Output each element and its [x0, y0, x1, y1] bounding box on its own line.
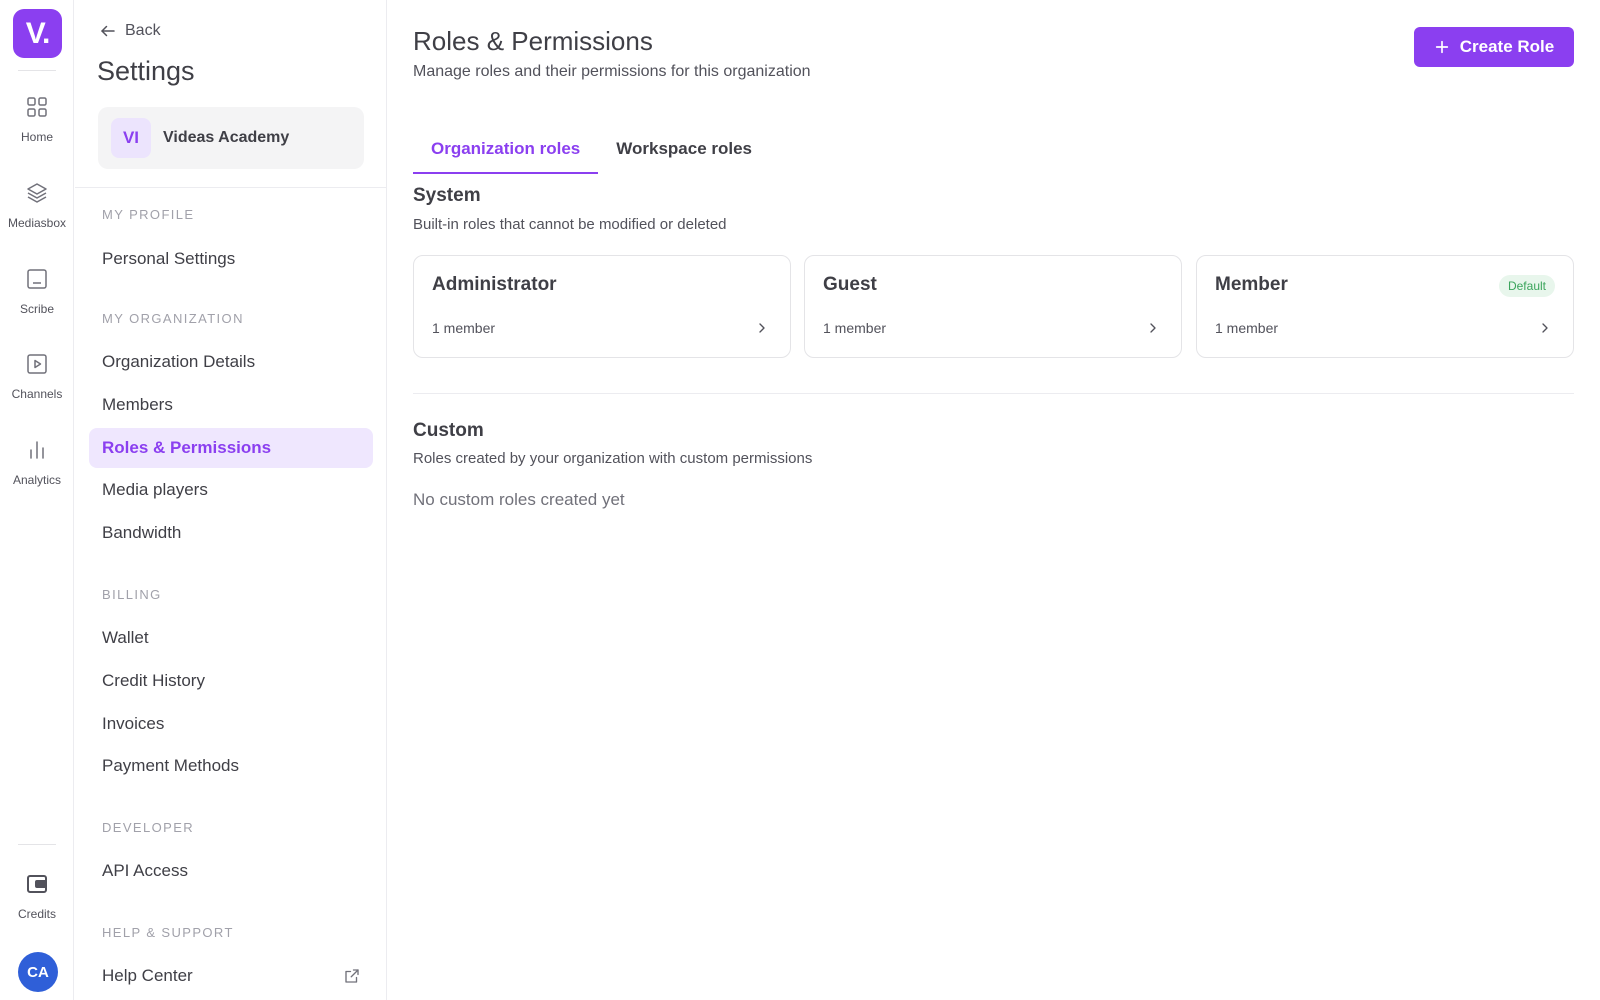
section-my-organization: MY ORGANIZATION — [102, 311, 244, 326]
sidebar-item-members[interactable]: Members — [89, 385, 373, 425]
section-divider — [413, 393, 1574, 394]
organization-switcher[interactable]: VI Videas Academy — [98, 107, 364, 169]
role-member-count: 1 member — [823, 320, 887, 336]
sidebar-item-payment-methods[interactable]: Payment Methods — [89, 746, 373, 786]
role-member-count: 1 member — [432, 320, 496, 336]
system-section-description: Built-in roles that cannot be modified o… — [413, 216, 727, 233]
role-name: Guest — [823, 274, 877, 295]
sidebar-item-credit-history[interactable]: Credit History — [89, 661, 373, 701]
custom-section-description: Roles created by your organization with … — [413, 450, 813, 467]
chevron-right-icon — [1150, 323, 1156, 333]
section-developer: DEVELOPER — [102, 820, 195, 835]
custom-section-title: Custom — [413, 420, 484, 441]
custom-roles-empty-state: No custom roles created yet — [413, 490, 625, 509]
rail-item-label: Home — [20, 130, 53, 144]
sidebar-item-personal-settings[interactable]: Personal Settings — [89, 239, 373, 279]
external-link-icon — [345, 969, 359, 983]
sidebar-item-help-center[interactable]: Help Center — [89, 956, 373, 996]
rail-item-label: Credits — [17, 907, 56, 921]
role-name: Administrator — [432, 274, 557, 295]
rail-item-label: Mediasbox — [7, 216, 67, 230]
section-my-profile: MY PROFILE — [102, 207, 195, 222]
settings-title: Settings — [97, 56, 195, 86]
role-name: Member — [1215, 274, 1288, 295]
icon-rail: V. Home Mediasbox Scribe Channels Analyt… — [0, 0, 74, 1000]
wallet-icon — [27, 875, 47, 893]
create-role-button[interactable]: Create Role — [1414, 27, 1574, 67]
rail-item-label: Scribe — [19, 302, 54, 316]
plus-icon — [1435, 40, 1448, 54]
sidebar-item-api-access[interactable]: API Access — [89, 851, 373, 891]
settings-sidebar: Back Settings VI Videas Academy MY PROFI… — [75, 0, 387, 1000]
rail-item-label: Channels — [11, 387, 63, 401]
org-name: Videas Academy — [163, 129, 290, 146]
section-help-support: HELP & SUPPORT — [102, 925, 234, 940]
system-section-title: System — [413, 185, 481, 206]
rail-divider — [18, 70, 56, 71]
sidebar-divider — [75, 187, 387, 188]
arrow-left-icon — [101, 25, 115, 37]
sidebar-item-roles-permissions[interactable]: Roles & Permissions — [89, 428, 373, 468]
tab-workspace-roles[interactable]: Workspace roles — [598, 124, 770, 174]
sidebar-item-bandwidth[interactable]: Bandwidth — [89, 513, 373, 553]
rail-item-scribe[interactable]: Scribe — [0, 267, 74, 347]
rail-item-channels[interactable]: Channels — [0, 352, 74, 432]
role-tabs: Organization roles Workspace roles — [413, 124, 770, 174]
role-card-member[interactable]: Member Default 1 member — [1196, 255, 1574, 358]
scribe-icon — [27, 269, 47, 289]
page-title: Roles & Permissions — [413, 26, 653, 56]
main-content: Roles & Permissions Manage roles and the… — [388, 0, 1600, 1000]
role-card-administrator[interactable]: Administrator 1 member — [413, 255, 791, 358]
rail-item-credits[interactable]: Credits — [0, 872, 74, 952]
tab-organization-roles[interactable]: Organization roles — [413, 124, 599, 174]
sidebar-item-organization-details[interactable]: Organization Details — [89, 342, 373, 382]
back-label: Back — [125, 22, 161, 39]
chevron-right-icon — [1542, 323, 1548, 333]
layers-icon — [27, 183, 47, 203]
back-button[interactable]: Back — [99, 22, 161, 40]
sidebar-item-media-players[interactable]: Media players — [89, 470, 373, 510]
app-logo[interactable]: V. — [13, 9, 62, 58]
role-card-guest[interactable]: Guest 1 member — [804, 255, 1182, 358]
play-square-icon — [27, 354, 47, 374]
rail-item-home[interactable]: Home — [0, 95, 74, 175]
default-badge: Default — [1498, 275, 1555, 297]
rail-item-label: Analytics — [12, 473, 62, 487]
section-billing: BILLING — [102, 587, 162, 602]
rail-divider — [18, 844, 56, 845]
role-member-count: 1 member — [1215, 320, 1279, 336]
sidebar-item-label: Help Center — [102, 966, 193, 985]
org-initials: VI — [111, 118, 151, 158]
sidebar-item-wallet[interactable]: Wallet — [89, 618, 373, 658]
page-subtitle: Manage roles and their permissions for t… — [413, 63, 811, 80]
bar-chart-icon — [30, 441, 44, 459]
grid-icon — [27, 97, 47, 117]
chevron-right-icon — [759, 323, 765, 333]
sidebar-item-invoices[interactable]: Invoices — [89, 704, 373, 744]
rail-item-analytics[interactable]: Analytics — [0, 438, 74, 518]
user-avatar[interactable]: CA — [18, 952, 58, 992]
create-role-label: Create Role — [1459, 37, 1555, 56]
rail-item-mediasbox[interactable]: Mediasbox — [0, 181, 74, 261]
